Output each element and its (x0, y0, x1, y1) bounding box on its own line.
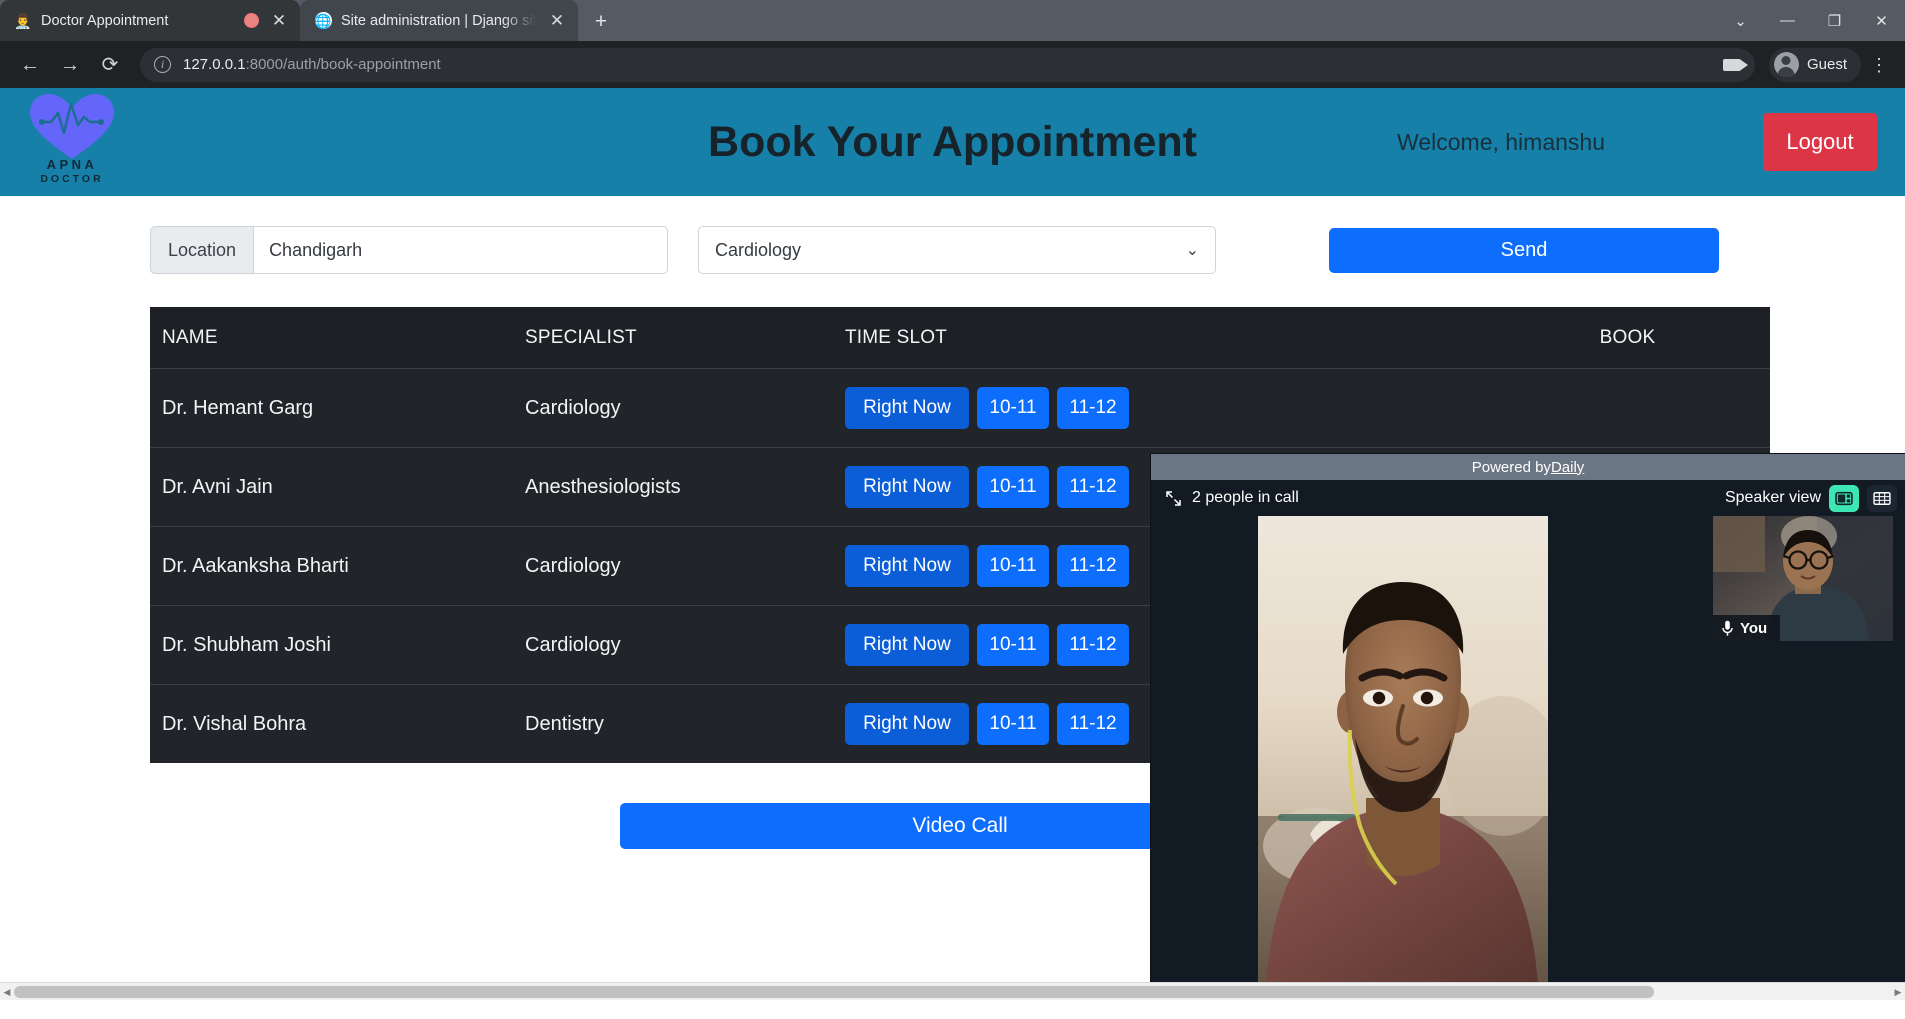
doctor-name: Dr. Hemant Garg (162, 396, 314, 419)
call-topbar: 2 people in call Speaker view (1151, 480, 1905, 516)
remote-participant-video[interactable] (1258, 516, 1548, 984)
doctor-favicon: 👨‍⚕️ (14, 12, 32, 29)
slot-10-11-button[interactable]: 10-11 (977, 387, 1049, 429)
slot-10-11-button[interactable]: 10-11 (977, 466, 1049, 508)
call-stage: You (1151, 516, 1905, 1000)
welcome-message: Welcome, himanshu (1397, 128, 1605, 155)
close-window-button[interactable]: ✕ (1858, 0, 1905, 41)
doctor-name: Dr. Aakanksha Bharti (162, 554, 349, 577)
brand-name-line2: DOCTOR (40, 173, 104, 185)
video-call-panel: Powered by Daily 2 people in call Speake… (1151, 454, 1905, 1000)
slot-right-now-button[interactable]: Right Now (845, 466, 969, 508)
specialist-select[interactable]: Cardiology ⌄ (698, 226, 1216, 274)
scrollbar-thumb[interactable] (14, 986, 1654, 998)
page-title: Book Your Appointment (708, 117, 1197, 166)
tab-close-icon[interactable]: ✕ (546, 10, 568, 32)
scroll-left-arrow-icon[interactable]: ◀ (0, 983, 14, 1000)
daily-link[interactable]: Daily (1551, 459, 1584, 476)
view-mode-group: Speaker view (1724, 484, 1897, 512)
site-info-icon[interactable]: i (154, 56, 171, 73)
maximize-button[interactable]: ❐ (1811, 0, 1858, 41)
doctor-name: Dr. Avni Jain (162, 475, 273, 498)
self-participant-label: You (1740, 619, 1768, 637)
doctor-specialist: Cardiology (525, 396, 621, 419)
table-header-row: NAME SPECIALIST TIME SLOT BOOK (150, 307, 1770, 369)
doctor-specialist: Cardiology (525, 633, 621, 656)
browser-menu-icon[interactable]: ⋮ (1865, 47, 1893, 83)
slot-10-11-button[interactable]: 10-11 (977, 545, 1049, 587)
powered-by-text: Powered by (1471, 458, 1551, 476)
location-input-group: Location (150, 226, 668, 274)
microphone-icon (1722, 620, 1733, 636)
tab-title: Doctor Appointment (41, 12, 169, 29)
profile-label: Guest (1806, 56, 1847, 73)
page-content: APNA DOCTOR Book Your Appointment Welcom… (0, 88, 1905, 1000)
column-header-specialist: SPECIALIST (525, 327, 637, 348)
expand-icon[interactable] (1165, 490, 1182, 507)
doctor-specialist: Anesthesiologists (525, 475, 681, 498)
scroll-right-arrow-icon[interactable]: ▶ (1891, 983, 1905, 1000)
slot-11-12-button[interactable]: 11-12 (1057, 624, 1129, 666)
speaker-view-icon[interactable] (1829, 484, 1859, 512)
chevron-down-icon[interactable]: ⌄ (1717, 0, 1764, 41)
app-header: APNA DOCTOR Book Your Appointment Welcom… (0, 88, 1905, 196)
minimize-button[interactable]: — (1764, 0, 1811, 41)
participants-count: 2 people in call (1192, 489, 1299, 506)
self-participant-badge: You (1713, 615, 1781, 641)
browser-tab-django-admin[interactable]: 🌐 Site administration | Django site a ✕ (300, 0, 578, 41)
tab-close-icon[interactable]: ✕ (268, 10, 290, 32)
doctor-specialist: Dentistry (525, 712, 604, 735)
location-label: Location (150, 226, 254, 274)
location-input[interactable] (253, 226, 668, 274)
reload-icon[interactable]: ⟳ (92, 47, 128, 83)
view-mode-label: Speaker view (1724, 489, 1821, 506)
browser-toolbar: ← → ⟳ i 127.0.0.1:8000/auth/book-appoint… (0, 41, 1905, 88)
url-host: 127.0.0.1 (183, 56, 246, 73)
self-participant-video[interactable]: You (1713, 516, 1893, 641)
grid-view-icon[interactable] (1867, 484, 1897, 512)
book-cell (1485, 369, 1770, 448)
doctor-name: Dr. Shubham Joshi (162, 633, 331, 656)
back-icon[interactable]: ← (12, 47, 48, 83)
column-header-name: NAME (162, 327, 218, 348)
browser-tabstrip: 👨‍⚕️ Doctor Appointment ✕ 🌐 Site adminis… (0, 0, 1905, 41)
globe-icon: 🌐 (314, 12, 332, 29)
slot-10-11-button[interactable]: 10-11 (977, 703, 1049, 745)
slot-11-12-button[interactable]: 11-12 (1057, 545, 1129, 587)
window-controls: ⌄ — ❐ ✕ (1717, 0, 1905, 41)
slot-11-12-button[interactable]: 11-12 (1057, 387, 1129, 429)
slot-11-12-button[interactable]: 11-12 (1057, 466, 1129, 508)
table-head: NAME SPECIALIST TIME SLOT BOOK (150, 307, 1770, 369)
specialist-select-value: Cardiology (715, 239, 802, 260)
doctor-specialist: Cardiology (525, 554, 621, 577)
camera-permission-icon[interactable] (1722, 58, 1748, 71)
tab-recording-indicator-icon (244, 13, 259, 28)
new-tab-button[interactable]: + (586, 6, 616, 36)
slot-right-now-button[interactable]: Right Now (845, 703, 969, 745)
forward-icon[interactable]: → (52, 47, 88, 83)
profile-chip[interactable]: Guest (1768, 47, 1861, 82)
slot-right-now-button[interactable]: Right Now (845, 545, 969, 587)
address-bar-url: 127.0.0.1:8000/auth/book-appointment (183, 56, 441, 73)
time-slot-cell: Right Now 10-11 11-12 (845, 369, 1485, 448)
browser-tab-doctor-appointment[interactable]: 👨‍⚕️ Doctor Appointment ✕ (0, 0, 300, 41)
horizontal-scrollbar[interactable]: ◀ ▶ (0, 982, 1905, 1000)
logout-button[interactable]: Logout (1763, 113, 1877, 171)
slot-right-now-button[interactable]: Right Now (845, 624, 969, 666)
address-bar[interactable]: i 127.0.0.1:8000/auth/book-appointment (140, 47, 1755, 82)
url-path: :8000/auth/book-appointment (245, 56, 441, 73)
column-header-time-slot: TIME SLOT (845, 327, 948, 348)
avatar (1773, 52, 1799, 77)
doctor-name: Dr. Vishal Bohra (162, 712, 307, 735)
chevron-down-icon: ⌄ (1185, 242, 1199, 259)
slot-11-12-button[interactable]: 11-12 (1057, 703, 1129, 745)
powered-by-daily: Powered by Daily (1151, 454, 1905, 480)
table-row[interactable]: Dr. Hemant Garg Cardiology Right Now 10-… (150, 368, 1770, 448)
tab-title: Site administration | Django site a (341, 12, 537, 29)
slot-right-now-button[interactable]: Right Now (845, 387, 969, 429)
filter-row: Location Cardiology ⌄ Send (0, 196, 1905, 274)
send-button[interactable]: Send (1329, 227, 1719, 273)
slot-10-11-button[interactable]: 10-11 (977, 624, 1049, 666)
column-header-book: BOOK (1599, 327, 1656, 348)
